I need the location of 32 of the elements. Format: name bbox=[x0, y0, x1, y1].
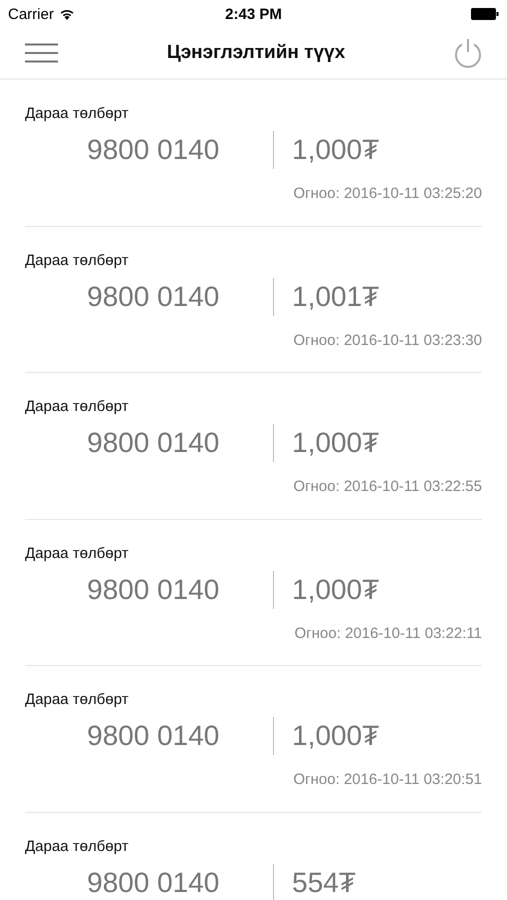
screen-title: Цэнэглэлтийн түүх bbox=[166, 42, 346, 64]
phone-number: 9800 0140 bbox=[87, 427, 220, 459]
date-label: Огноо: 2016-10-11 03:22:11 bbox=[294, 624, 482, 642]
date-label: Огноо: 2016-10-11 03:22:55 bbox=[293, 478, 482, 495]
phone-number: 9800 0140 bbox=[87, 720, 220, 752]
power-icon bbox=[454, 38, 482, 68]
amount: 1,001₮ bbox=[292, 280, 380, 312]
amount: 1,000₮ bbox=[292, 574, 380, 606]
amount: 1,000₮ bbox=[292, 134, 380, 166]
amount: 554₮ bbox=[292, 866, 356, 898]
carrier-name: Carrier bbox=[8, 6, 54, 22]
phone-number: 9800 0140 bbox=[87, 574, 220, 606]
amount: 1,000₮ bbox=[292, 720, 380, 752]
date-label: Огноо: 2016-10-11 03:23:30 bbox=[293, 332, 482, 348]
menu-button[interactable] bbox=[25, 43, 58, 63]
power-button[interactable] bbox=[454, 38, 482, 68]
phone-number: 9800 0140 bbox=[87, 134, 220, 166]
payment-type: Дараа төлбөрт bbox=[25, 398, 128, 415]
payment-type: Дараа төлбөрт bbox=[25, 105, 128, 122]
payment-type: Дараа төлбөрт bbox=[25, 252, 128, 268]
payment-type: Дараа төлбөрт bbox=[25, 544, 128, 562]
phone-number: 9800 0140 bbox=[87, 280, 220, 312]
battery-icon bbox=[471, 8, 499, 20]
phone-number: 9800 0140 bbox=[87, 866, 220, 898]
clock-time: 2:43 PM bbox=[225, 6, 282, 22]
date-label: Огноо: 2016-10-11 03:25:20 bbox=[293, 185, 482, 202]
payment-type: Дараа төлбөрт bbox=[25, 838, 128, 854]
payment-type: Дараа төлбөрт bbox=[25, 691, 128, 708]
wifi-icon bbox=[58, 8, 75, 20]
date-label: Огноо: 2016-10-11 03:20:51 bbox=[293, 771, 482, 788]
amount: 1,000₮ bbox=[292, 427, 380, 459]
menu-icon bbox=[25, 43, 58, 63]
